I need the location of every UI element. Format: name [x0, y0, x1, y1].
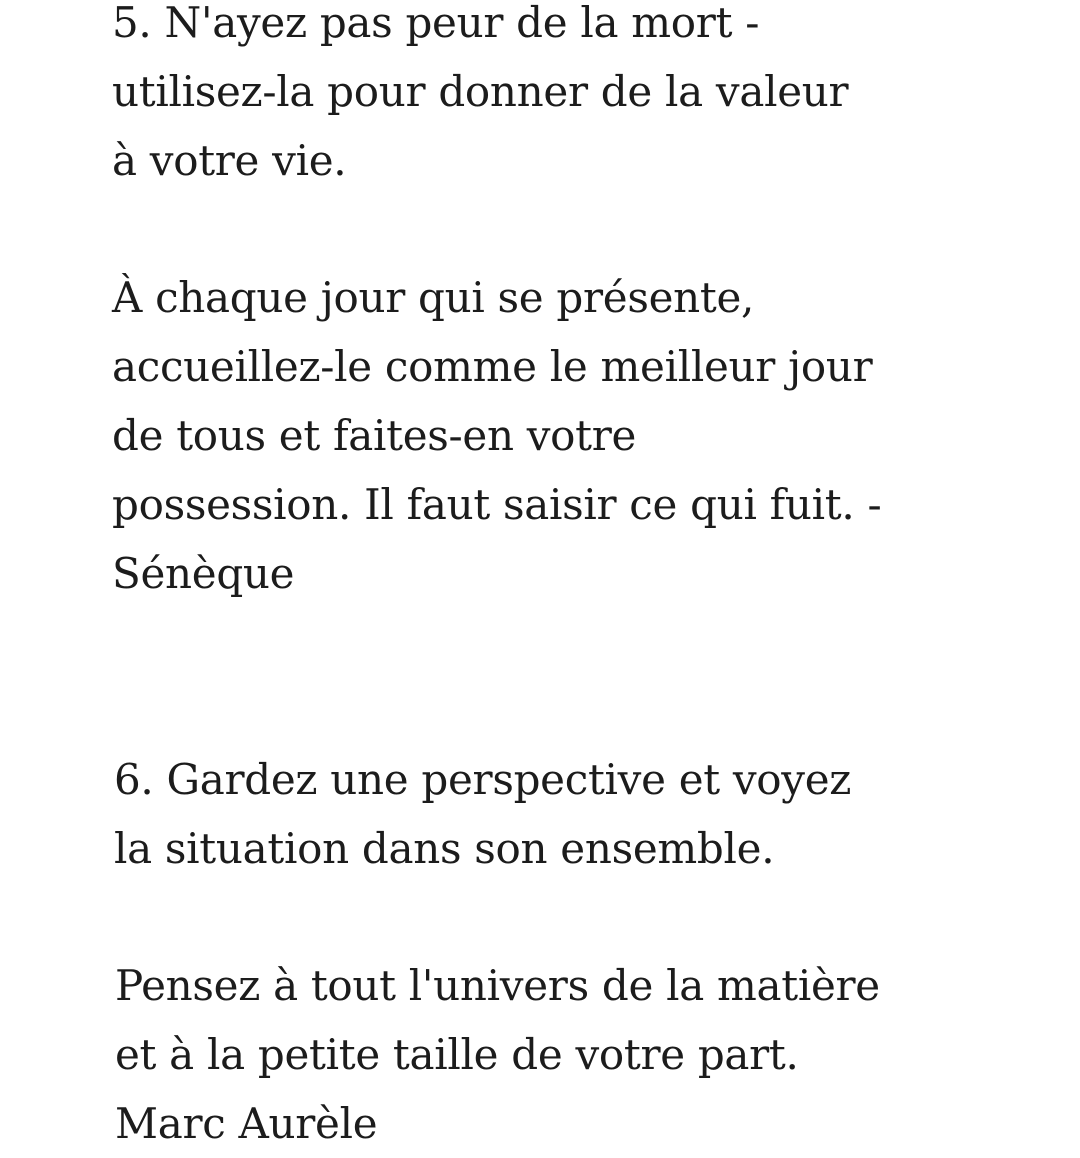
section-6-quote-author: Marc Aurèle — [115, 1099, 378, 1148]
section-5-title-line: 5. N'ayez pas peur de la mort - — [112, 0, 760, 47]
section-6-quote-line: et à la petite taille de votre part. — [115, 1030, 799, 1079]
section-6-quote-line: Pensez à tout l'univers de la matière — [115, 961, 880, 1010]
section-5-quote-line: À chaque jour qui se présente, — [112, 273, 755, 322]
section-5-title: 5. N'ayez pas peur de la mort - utilisez… — [112, 0, 1012, 195]
section-5-title-line: à votre vie. — [112, 136, 347, 185]
page: 5. N'ayez pas peur de la mort - utilisez… — [0, 0, 1080, 1152]
section-5-quote: À chaque jour qui se présente, accueille… — [112, 263, 1012, 608]
section-5-quote-line: possession. Il faut saisir ce qui fuit. … — [112, 480, 882, 529]
section-5-quote-author: Sénèque — [112, 549, 295, 598]
section-6-title-line: la situation dans son ensemble. — [114, 824, 775, 873]
section-5-quote-line: accueillez-le comme le meilleur jour — [112, 342, 873, 391]
section-5-quote-line: de tous et faites-en votre — [112, 411, 637, 460]
section-6-title-line: 6. Gardez une perspective et voyez — [114, 755, 852, 804]
section-6-title: 6. Gardez une perspective et voyez la si… — [114, 745, 1014, 883]
section-5-title-line: utilisez-la pour donner de la valeur — [112, 67, 849, 116]
section-6-quote: Pensez à tout l'univers de la matière et… — [115, 951, 1015, 1158]
